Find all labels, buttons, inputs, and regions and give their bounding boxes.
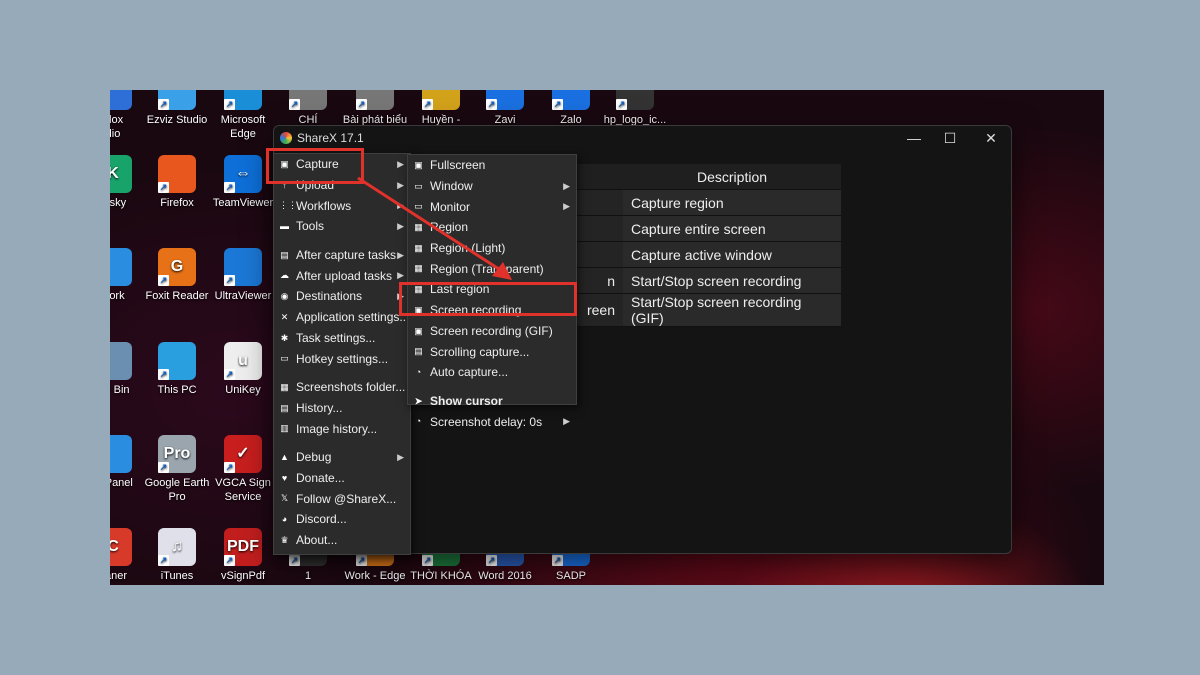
- annotation-arrow: [357, 176, 512, 280]
- desktop-screenshot: ↗blox dio↗Ezviz Studio↗Microsoft Edge↗CH…: [110, 90, 1104, 585]
